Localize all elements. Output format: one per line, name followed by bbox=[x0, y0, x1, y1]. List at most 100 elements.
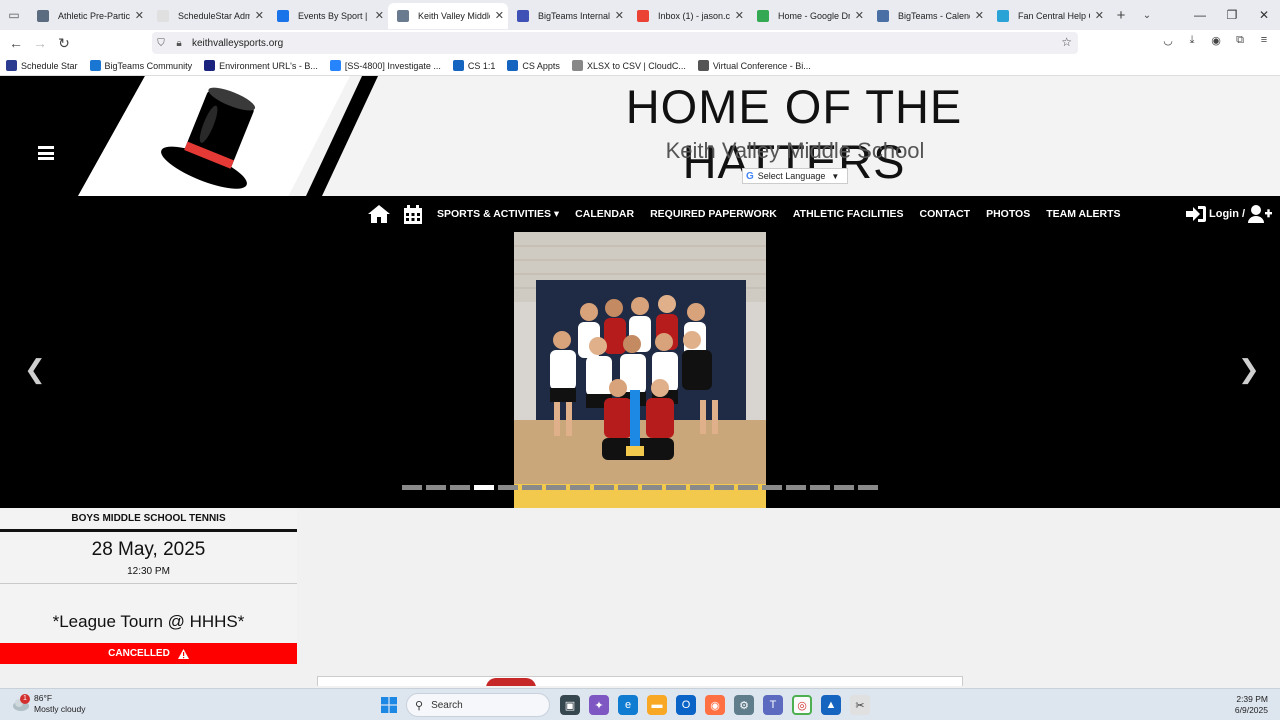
weather-widget[interactable]: 1 86°F Mostly cloudy bbox=[12, 693, 86, 715]
browser-tab[interactable]: Fan Central Help Guide ✕ bbox=[988, 3, 1108, 29]
bookmark-item[interactable]: XLSX to CSV | CloudC... bbox=[571, 60, 686, 71]
tab-close-icon[interactable]: ✕ bbox=[135, 9, 144, 22]
carousel-dot[interactable] bbox=[786, 485, 806, 490]
bookmark-item[interactable]: CS 1:1 bbox=[452, 60, 495, 71]
event-time: 12:30 PM bbox=[127, 566, 170, 577]
windows-start-icon[interactable] bbox=[381, 697, 397, 713]
browser-tab[interactable]: ScheduleStar Admin Portal ✕ bbox=[148, 3, 268, 29]
carousel-dot[interactable] bbox=[546, 485, 566, 490]
restore-icon[interactable]: ❐ bbox=[1216, 0, 1248, 30]
bookmark-item[interactable]: Virtual Conference - Bi... bbox=[697, 60, 811, 71]
carousel-dot[interactable] bbox=[762, 485, 782, 490]
snipping-tool-icon[interactable]: ✂ bbox=[850, 695, 870, 715]
new-tab-button[interactable]: + bbox=[1108, 7, 1134, 24]
carousel-dot[interactable] bbox=[402, 485, 422, 490]
language-select[interactable]: G Select Language ▼ bbox=[742, 168, 848, 184]
home-icon[interactable] bbox=[368, 205, 390, 223]
browser-tab[interactable]: Athletic Pre-Participatio ✕ bbox=[28, 3, 148, 29]
tab-favicon-icon bbox=[277, 10, 289, 22]
tab-close-icon[interactable]: ✕ bbox=[975, 9, 984, 22]
copilot-icon[interactable]: ✦ bbox=[589, 695, 609, 715]
edge-icon[interactable]: e bbox=[618, 695, 638, 715]
carousel-dot[interactable] bbox=[450, 485, 470, 490]
carousel-dot[interactable] bbox=[714, 485, 734, 490]
address-bar[interactable]: ⛉ 🔒︎ keithvalleysports.org ☆ bbox=[152, 32, 1078, 54]
nav-item[interactable]: REQUIRED PAPERWORK bbox=[650, 208, 777, 220]
carousel-dot[interactable] bbox=[426, 485, 446, 490]
shield-icon[interactable]: ⛉ bbox=[152, 38, 170, 49]
event-card[interactable]: BOYS MIDDLE SCHOOL TENNIS 28 May, 2025 1… bbox=[0, 508, 297, 664]
bookmark-favicon-icon bbox=[204, 60, 216, 71]
minimize-icon[interactable]: — bbox=[1184, 0, 1216, 30]
bookmark-item[interactable]: Environment URL's - B... bbox=[204, 60, 318, 71]
lock-icon[interactable]: 🔒︎ bbox=[170, 38, 188, 49]
login-link[interactable]: Login bbox=[1209, 208, 1239, 220]
carousel-dot[interactable] bbox=[570, 485, 590, 490]
carousel-dot[interactable] bbox=[522, 485, 542, 490]
carousel-dot[interactable] bbox=[738, 485, 758, 490]
bookmark-item[interactable]: [SS-4800] Investigate ... bbox=[329, 60, 441, 71]
download-icon[interactable]: ⤓ bbox=[1184, 34, 1200, 47]
nav-item[interactable]: SPORTS & ACTIVITIES ▾ bbox=[437, 208, 559, 220]
carousel-dot[interactable] bbox=[858, 485, 878, 490]
bookmark-item[interactable]: CS Appts bbox=[507, 60, 560, 71]
carousel-dot[interactable] bbox=[834, 485, 854, 490]
carousel-dot[interactable] bbox=[690, 485, 710, 490]
carousel-dot[interactable] bbox=[666, 485, 686, 490]
carousel-dot[interactable] bbox=[618, 485, 638, 490]
carousel-dot[interactable] bbox=[594, 485, 614, 490]
reload-icon[interactable]: ↻ bbox=[52, 35, 76, 52]
browser-tab[interactable]: Keith Valley Middle Sch ✕ bbox=[388, 3, 508, 29]
teams-icon[interactable]: T bbox=[763, 695, 783, 715]
hamburger-menu-icon[interactable] bbox=[38, 146, 54, 160]
tab-close-icon[interactable]: ✕ bbox=[735, 9, 744, 22]
taskbar-search[interactable]: ⚲ Search bbox=[406, 693, 550, 717]
system-clock[interactable]: 2:39 PM 6/9/2025 bbox=[1235, 694, 1268, 716]
extensions-icon[interactable]: ⧉ bbox=[1232, 34, 1248, 47]
carousel-prev-icon[interactable]: ❮ bbox=[24, 354, 46, 385]
forward-icon[interactable]: → bbox=[28, 35, 52, 51]
bookmark-item[interactable]: BigTeams Community bbox=[89, 60, 192, 71]
browser-tab[interactable]: BigTeams Internal Adm ✕ bbox=[508, 3, 628, 29]
tab-close-icon[interactable]: ✕ bbox=[855, 9, 864, 22]
account-icon[interactable]: ◉ bbox=[1208, 34, 1224, 47]
tab-close-icon[interactable]: ✕ bbox=[375, 9, 384, 22]
menu-icon[interactable]: ≡ bbox=[1256, 34, 1272, 47]
browser-tab[interactable]: BigTeams - Calendar - ✕ bbox=[868, 3, 988, 29]
file-explorer-icon[interactable]: ▬ bbox=[647, 695, 667, 715]
nav-item[interactable]: TEAM ALERTS bbox=[1046, 208, 1120, 220]
nav-item[interactable]: PHOTOS bbox=[986, 208, 1030, 220]
settings-gear-icon[interactable]: ⚙ bbox=[734, 695, 754, 715]
back-icon[interactable]: ← bbox=[4, 35, 28, 51]
nav-item[interactable]: CONTACT bbox=[920, 208, 971, 220]
bookmark-item[interactable]: Schedule Star bbox=[6, 60, 78, 71]
browser-tab[interactable]: Home - Google Drive ✕ bbox=[748, 3, 868, 29]
calendar-icon[interactable] bbox=[404, 205, 422, 224]
list-tabs-icon[interactable]: ⌄ bbox=[1134, 10, 1160, 21]
chrome-icon[interactable]: ◎ bbox=[792, 695, 812, 715]
firefox-icon[interactable]: ◉ bbox=[705, 695, 725, 715]
tab-close-icon[interactable]: ✕ bbox=[255, 9, 264, 22]
carousel-dot[interactable] bbox=[498, 485, 518, 490]
outlook-icon[interactable]: O bbox=[676, 695, 696, 715]
pocket-icon[interactable]: ◡ bbox=[1160, 34, 1176, 47]
browser-tab[interactable]: Events By Sport | BigTe ✕ bbox=[268, 3, 388, 29]
carousel-dot[interactable] bbox=[810, 485, 830, 490]
bookmark-star-icon[interactable]: ☆ bbox=[1061, 35, 1072, 49]
task-view-icon[interactable]: ▣ bbox=[560, 695, 580, 715]
url-text[interactable]: keithvalleysports.org bbox=[192, 38, 283, 49]
carousel-dot[interactable] bbox=[642, 485, 662, 490]
tab-close-icon[interactable]: ✕ bbox=[495, 9, 504, 22]
carousel-dot[interactable] bbox=[474, 485, 494, 490]
nav-item[interactable]: CALENDAR bbox=[575, 208, 634, 220]
register-user-icon[interactable] bbox=[1248, 205, 1272, 223]
tab-close-icon[interactable]: ✕ bbox=[615, 9, 624, 22]
carousel-next-icon[interactable]: ❯ bbox=[1238, 354, 1260, 385]
nav-item[interactable]: ATHLETIC FACILITIES bbox=[793, 208, 904, 220]
tab-close-icon[interactable]: ✕ bbox=[1095, 9, 1104, 22]
photos-icon[interactable]: ▲ bbox=[821, 695, 841, 715]
tab-overview-icon[interactable]: ▭ bbox=[0, 0, 28, 30]
close-window-icon[interactable]: ✕ bbox=[1248, 0, 1280, 30]
login-icon[interactable] bbox=[1186, 206, 1206, 222]
browser-tab[interactable]: Inbox (1) - jason.coggi ✕ bbox=[628, 3, 748, 29]
